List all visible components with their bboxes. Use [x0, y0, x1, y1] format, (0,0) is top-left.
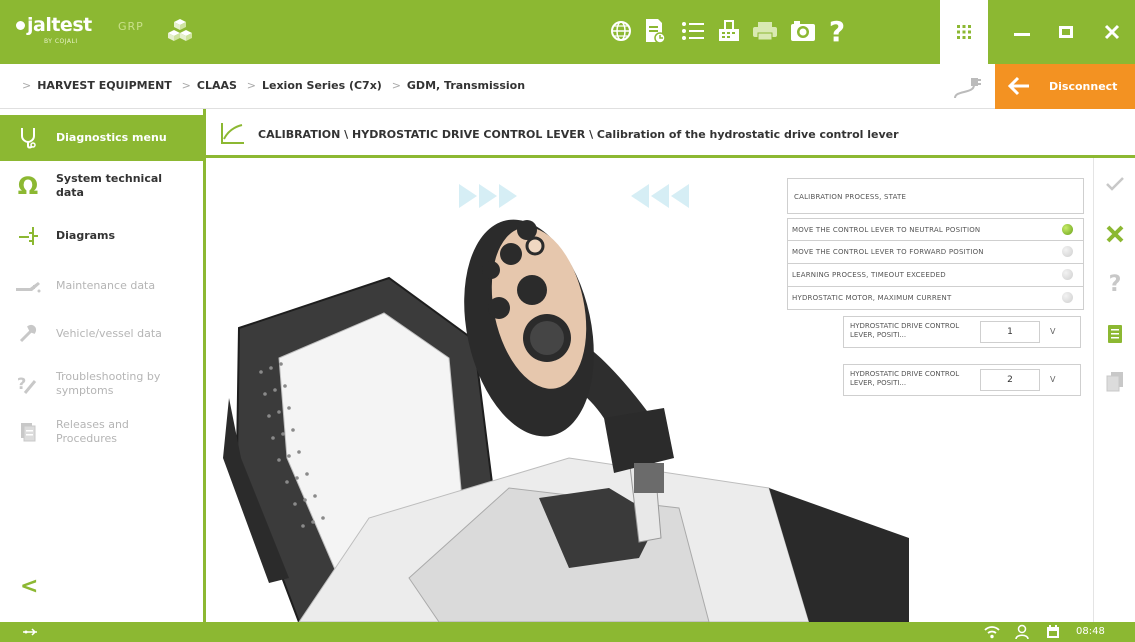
value-readout: 2	[980, 369, 1040, 391]
value-unit: V	[1050, 375, 1056, 384]
minimize-button[interactable]	[997, 0, 1047, 64]
disconnect-button[interactable]: Disconnect	[995, 64, 1135, 109]
calibration-graph-icon	[221, 123, 244, 144]
calendar-icon	[1047, 625, 1059, 638]
calibration-step: HYDROSTATIC MOTOR, MAXIMUM CURRENT	[787, 287, 1084, 310]
maximize-button[interactable]	[1041, 0, 1091, 64]
globe-icon[interactable]	[606, 16, 636, 46]
breadcrumb-item[interactable]: HARVEST EQUIPMENT	[37, 79, 172, 92]
sidebar-item-releases-procedures[interactable]: Releases and Procedures	[0, 409, 203, 455]
logo-grp: GRP	[118, 20, 144, 33]
minimize-icon	[1014, 32, 1030, 36]
breadcrumb-item[interactable]: Lexion Series (C7x)	[262, 79, 382, 92]
status-led-off-icon	[1062, 246, 1073, 257]
arrow-left-icon	[1007, 76, 1029, 96]
diagnostics-icon	[0, 126, 56, 150]
page-title: CALIBRATION \ HYDROSTATIC DRIVE CONTROL …	[258, 128, 899, 141]
calibration-step: MOVE THE CONTROL LEVER TO NEUTRAL POSITI…	[787, 218, 1084, 241]
camera-icon[interactable]	[788, 16, 818, 46]
content-header: CALIBRATION \ HYDROSTATIC DRIVE CONTROL …	[206, 109, 1135, 158]
maximize-icon	[1059, 26, 1073, 38]
logo-subtitle: BY COJALI	[44, 38, 78, 45]
value-unit: V	[1050, 327, 1056, 336]
calibration-state-panel: CALIBRATION PROCESS, STATE MOVE THE CONT…	[787, 178, 1084, 310]
report-icon[interactable]	[640, 16, 670, 46]
back-chevron-icon[interactable]: <	[20, 574, 38, 599]
breadcrumb-bar: > HARVEST EQUIPMENT > CLAAS > Lexion Series…	[0, 64, 1135, 109]
calibration-step: MOVE THE CONTROL LEVER TO FORWARD POSITI…	[787, 241, 1084, 264]
wrench-icon	[0, 324, 56, 344]
sidebar-item-system-technical-data[interactable]: Ω System technical data	[0, 163, 203, 209]
value-readout: 1	[980, 321, 1040, 343]
help-button[interactable]: ?	[1094, 264, 1135, 304]
documents-icon	[0, 421, 56, 443]
copy-button[interactable]	[1094, 362, 1135, 402]
apps-grid-button[interactable]	[940, 0, 988, 64]
troubleshoot-icon: ?	[0, 373, 56, 395]
forward-arrows-icon	[459, 184, 517, 208]
sidebar: Diagnostics menu Ω System technical data…	[0, 109, 206, 622]
cancel-button[interactable]	[1094, 214, 1135, 254]
list-icon[interactable]	[678, 16, 708, 46]
sidebar-item-maintenance-data[interactable]: Maintenance data	[0, 263, 203, 309]
cancel-icon	[1106, 225, 1124, 243]
clock-time: 08:48	[1076, 626, 1105, 637]
document-button[interactable]	[1094, 314, 1135, 354]
calibration-header: CALIBRATION PROCESS, STATE	[787, 178, 1084, 214]
breadcrumb: > HARVEST EQUIPMENT > CLAAS > Lexion Series…	[22, 79, 526, 92]
right-toolbar: ?	[1093, 158, 1135, 622]
apps-grid-icon	[957, 25, 971, 39]
confirm-button[interactable]	[1094, 164, 1135, 204]
connection-cable-icon	[954, 78, 981, 99]
help-icon[interactable]: ?	[822, 15, 852, 48]
sidebar-item-diagnostics-menu[interactable]: Diagnostics menu	[0, 115, 203, 161]
cubes-logo-icon	[168, 19, 192, 41]
print-icon[interactable]	[750, 16, 780, 46]
usb-icon	[23, 628, 37, 636]
omega-icon: Ω	[17, 172, 39, 200]
calibration-step: LEARNING PROCESS, TIMEOUT EXCEEDED	[787, 264, 1084, 287]
user-status-icon	[1015, 624, 1029, 640]
breadcrumb-item[interactable]: CLAAS	[197, 79, 237, 92]
help-icon: ?	[1108, 271, 1122, 297]
status-led-off-icon	[1062, 292, 1073, 303]
lever-position-value-2: HYDROSTATIC DRIVE CONTROL LEVER, POSITI.…	[843, 364, 1081, 396]
document-icon	[1108, 325, 1122, 343]
disconnect-label: Disconnect	[1049, 80, 1118, 93]
sidebar-item-vehicle-vessel-data[interactable]: Vehicle/vessel data	[0, 311, 203, 357]
inspection-icon[interactable]	[714, 16, 744, 46]
check-icon	[1106, 177, 1124, 191]
status-led-off-icon	[1062, 269, 1073, 280]
wifi-icon	[984, 626, 1000, 639]
svg-text:?: ?	[17, 374, 26, 393]
oil-can-icon	[0, 278, 56, 294]
app-logo: jaltest	[16, 14, 92, 36]
diagram-icon	[0, 225, 56, 247]
lever-position-value-1: HYDROSTATIC DRIVE CONTROL LEVER, POSITI.…	[843, 316, 1081, 348]
close-button[interactable]	[1087, 0, 1135, 64]
backward-arrows-icon	[631, 184, 689, 208]
status-led-on-icon	[1062, 224, 1073, 235]
breadcrumb-item[interactable]: GDM, Transmission	[407, 79, 525, 92]
top-bar: jaltest BY COJALI GRP ?	[0, 0, 1135, 64]
status-bar: 08:48	[0, 622, 1135, 642]
sidebar-item-troubleshooting[interactable]: ? Troubleshooting by symptoms	[0, 361, 203, 407]
close-icon	[1104, 24, 1120, 40]
copy-icon	[1106, 372, 1123, 392]
sidebar-item-diagrams[interactable]: Diagrams	[0, 213, 203, 259]
